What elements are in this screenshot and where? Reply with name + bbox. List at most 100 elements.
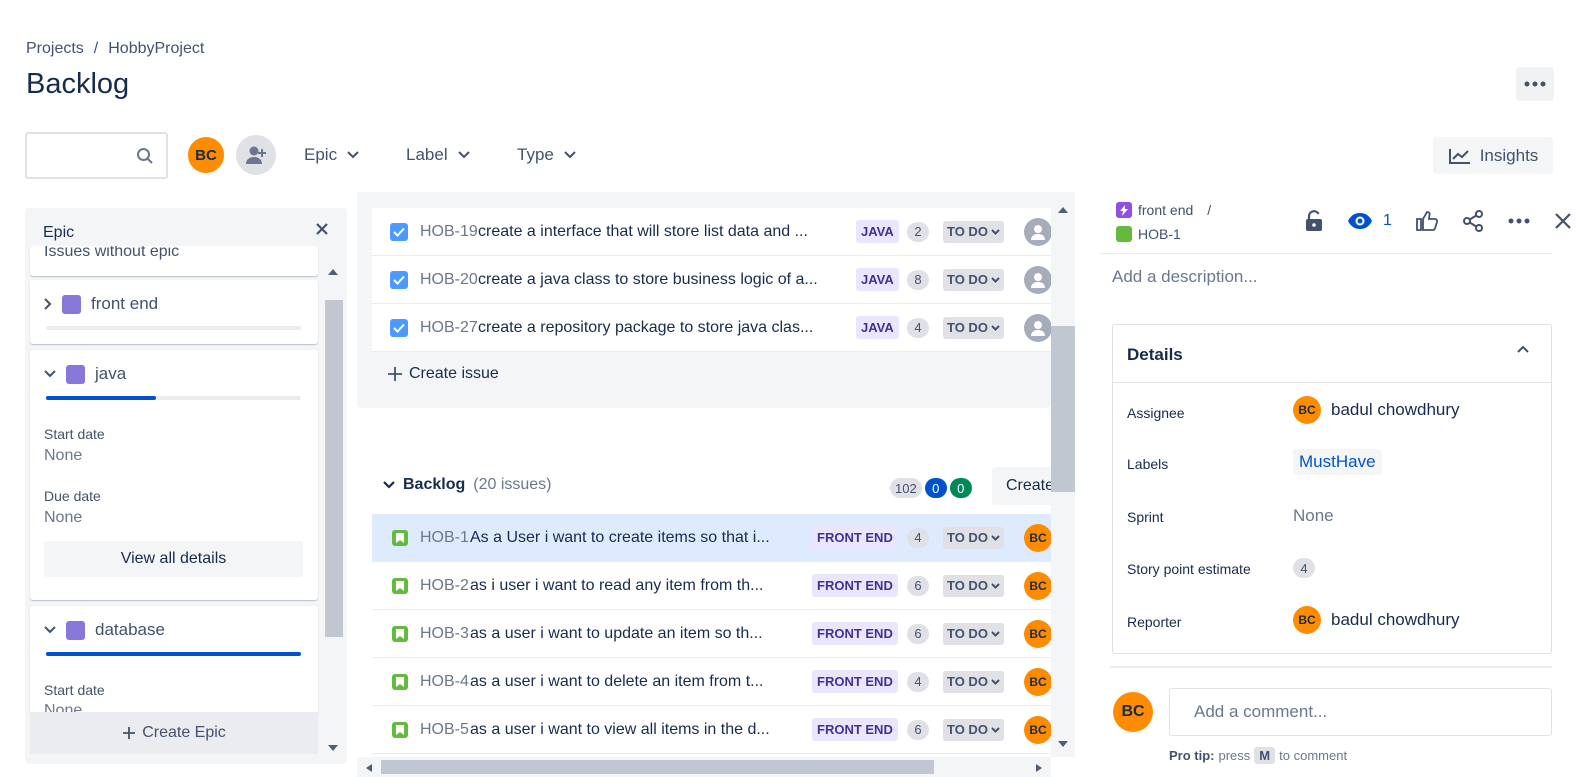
scrollbar-thumb[interactable] xyxy=(381,760,934,774)
detail-breadcrumb-issue[interactable]: HOB-1 xyxy=(1116,226,1181,242)
status-dropdown[interactable]: TO DO xyxy=(943,316,1004,339)
scroll-down-icon[interactable] xyxy=(1057,740,1069,748)
description-input[interactable]: Add a description... xyxy=(1112,267,1258,287)
epic-panel-scrollbar[interactable] xyxy=(323,268,343,756)
sprint-field[interactable]: None xyxy=(1293,506,1334,526)
breadcrumb-project[interactable]: HobbyProject xyxy=(108,40,204,57)
issue-row[interactable]: HOB-2 as i user i want to read any item … xyxy=(372,562,1052,610)
story-point-field[interactable]: 4 xyxy=(1293,558,1315,578)
unassigned-avatar[interactable] xyxy=(1024,266,1052,294)
scrollbar-thumb[interactable] xyxy=(1051,326,1075,492)
create-issue-button[interactable]: Create issue xyxy=(387,365,499,383)
epic-lozenge[interactable]: FRONT END xyxy=(812,670,898,693)
issue-key[interactable]: HOB-19 xyxy=(420,223,478,241)
story-points-badge: 4 xyxy=(907,671,929,692)
issue-key[interactable]: HOB-2 xyxy=(420,577,470,595)
epic-lozenge[interactable]: JAVA xyxy=(856,220,899,243)
type-filter[interactable]: Type xyxy=(517,140,576,170)
epic-filter[interactable]: Epic xyxy=(304,140,359,170)
reporter-field[interactable]: BC badul chowdhury xyxy=(1293,606,1460,634)
issue-row[interactable]: HOB-20 create a java class to store busi… xyxy=(372,256,1052,304)
chevron-right-icon[interactable] xyxy=(44,298,52,310)
epic-lozenge[interactable]: FRONT END xyxy=(812,574,898,597)
scroll-left-icon[interactable] xyxy=(365,763,373,773)
insights-button[interactable]: Insights xyxy=(1433,137,1553,174)
backlog-header[interactable]: Backlog (20 issues) xyxy=(383,476,552,494)
issue-row[interactable]: HOB-19 create a interface that will stor… xyxy=(372,208,1052,256)
scroll-up-icon[interactable] xyxy=(327,268,339,276)
issue-row[interactable]: HOB-5 as a user i want to view all items… xyxy=(372,706,1052,754)
unassigned-avatar[interactable] xyxy=(1024,218,1052,246)
epic-color-swatch xyxy=(62,294,81,314)
status-dropdown[interactable]: TO DO xyxy=(943,718,1004,741)
epic-lozenge[interactable]: JAVA xyxy=(856,316,899,339)
status-dropdown[interactable]: TO DO xyxy=(943,526,1004,549)
epic-item-database[interactable]: database Start date None xyxy=(30,606,318,719)
scroll-up-icon[interactable] xyxy=(1057,206,1069,214)
share-icon[interactable] xyxy=(1462,210,1484,232)
epic-color-swatch xyxy=(66,620,85,640)
status-dropdown[interactable]: TO DO xyxy=(943,268,1004,291)
issue-row[interactable]: HOB-27 create a repository package to st… xyxy=(372,304,1052,352)
epic-lozenge[interactable]: FRONT END xyxy=(812,718,898,741)
more-icon[interactable] xyxy=(1508,218,1530,224)
assignee-avatar[interactable]: BC xyxy=(1024,620,1052,648)
issue-row[interactable]: HOB-4 as a user i want to delete an item… xyxy=(372,658,1052,706)
epic-lozenge[interactable]: FRONT END xyxy=(812,526,898,549)
assignee-avatar[interactable]: BC xyxy=(1024,716,1052,744)
issue-row[interactable]: HOB-1 As a User i want to create items s… xyxy=(372,514,1052,562)
status-dropdown[interactable]: TO DO xyxy=(943,574,1004,597)
board-vertical-scrollbar[interactable] xyxy=(1051,192,1075,757)
labels-field[interactable]: MustHave xyxy=(1293,449,1382,475)
thumbs-up-icon[interactable] xyxy=(1416,211,1438,231)
issue-key[interactable]: HOB-20 xyxy=(420,271,478,289)
watch-button[interactable]: 1 xyxy=(1347,212,1392,230)
assignee-field[interactable]: BC badul chowdhury xyxy=(1293,396,1460,424)
issue-row[interactable]: HOB-3 as a user i want to update an item… xyxy=(372,610,1052,658)
chevron-up-icon[interactable] xyxy=(1517,345,1529,353)
more-icon xyxy=(1524,81,1546,87)
unassigned-avatar[interactable] xyxy=(1024,314,1052,342)
epic-item-front-end[interactable]: front end xyxy=(30,280,318,344)
add-people-button[interactable] xyxy=(236,135,276,175)
story-icon xyxy=(392,625,408,642)
epic-lozenge[interactable]: JAVA xyxy=(856,268,899,291)
issue-key[interactable]: HOB-1 xyxy=(420,529,470,547)
status-dropdown[interactable]: TO DO xyxy=(943,622,1004,645)
status-dropdown[interactable]: TO DO xyxy=(943,220,1004,243)
issue-key[interactable]: HOB-27 xyxy=(420,319,478,337)
label-chip[interactable]: MustHave xyxy=(1293,449,1382,475)
close-icon[interactable] xyxy=(1554,212,1572,230)
epic-lozenge[interactable]: FRONT END xyxy=(812,622,898,645)
user-avatar[interactable]: BC xyxy=(186,135,226,175)
search-input[interactable] xyxy=(25,132,168,179)
status-dropdown[interactable]: TO DO xyxy=(943,670,1004,693)
chevron-down-icon[interactable] xyxy=(383,481,395,489)
epic-item-issues-without-epic[interactable]: Issues without epic xyxy=(30,246,318,276)
chevron-down-icon xyxy=(991,630,1000,637)
epic-name: java xyxy=(95,364,127,383)
create-epic-button[interactable]: Create Epic xyxy=(30,712,318,754)
lock-icon[interactable] xyxy=(1305,210,1323,232)
pro-tip-suffix: to comment xyxy=(1279,748,1348,763)
issue-key[interactable]: HOB-4 xyxy=(420,673,470,691)
epic-item-java[interactable]: java Start date None Due date None View … xyxy=(30,350,318,600)
detail-breadcrumb-epic[interactable]: front end / xyxy=(1116,202,1211,218)
label-filter[interactable]: Label xyxy=(406,140,470,170)
issue-key[interactable]: HOB-3 xyxy=(420,625,470,643)
assignee-avatar[interactable]: BC xyxy=(1024,572,1052,600)
close-icon[interactable] xyxy=(315,222,329,236)
scroll-down-icon[interactable] xyxy=(327,744,339,752)
assignee-avatar[interactable]: BC xyxy=(1024,668,1052,696)
board-horizontal-scrollbar[interactable] xyxy=(357,757,1051,777)
more-actions-button[interactable] xyxy=(1516,67,1554,101)
scrollbar-thumb[interactable] xyxy=(325,300,343,637)
issue-key[interactable]: HOB-5 xyxy=(420,721,470,739)
assignee-avatar[interactable]: BC xyxy=(1024,524,1052,552)
chevron-down-icon[interactable] xyxy=(44,626,56,634)
view-all-details-button[interactable]: View all details xyxy=(44,541,303,577)
chevron-down-icon[interactable] xyxy=(44,370,56,378)
scroll-right-icon[interactable] xyxy=(1035,763,1043,773)
comment-input[interactable]: Add a comment... xyxy=(1169,688,1552,736)
breadcrumb-projects[interactable]: Projects xyxy=(26,40,84,57)
